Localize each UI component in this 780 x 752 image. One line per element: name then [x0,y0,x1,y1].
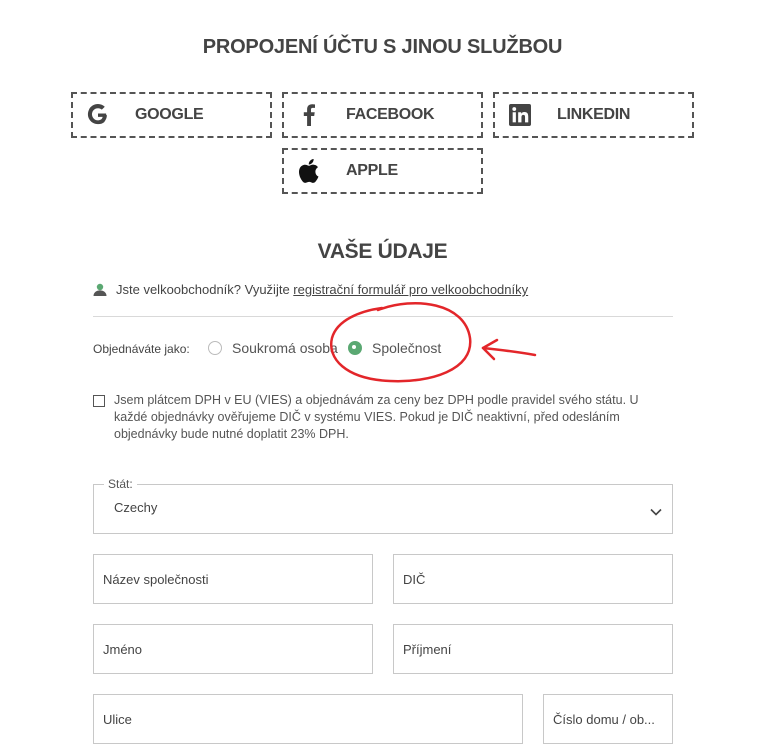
wholesale-text: Jste velkoobchodník? Využijte [116,282,290,297]
apple-label: APPLE [346,162,398,179]
social-section-title: PROPOJENÍ ÚČTU S JINOU SLUŽBOU [202,36,563,58]
user-icon [93,283,107,296]
street-placeholder: Ulice [103,712,132,727]
apple-icon [284,159,334,183]
first-name-input[interactable]: Jméno [93,624,373,674]
facebook-icon [284,104,334,126]
red-annotation [329,302,537,383]
last-name-placeholder: Příjmení [403,642,452,657]
radio-private-person[interactable]: Soukromá osoba [208,340,338,356]
company-name-placeholder: Název společnosti [103,572,209,587]
company-name-input[interactable]: Název společnosti [93,554,373,604]
vat-id-placeholder: DIČ [403,572,426,587]
country-value: Czechy [114,500,158,515]
apple-login-button[interactable]: APPLE [282,148,483,194]
country-legend: Stát: [104,477,137,491]
linkedin-label: LINKEDIN [557,106,631,123]
vat-checkbox-text: Jsem plátcem DPH v EU (VIES) a objednává… [114,393,639,441]
wholesale-notice: Jste velkoobchodník? Využijte registračn… [93,282,528,297]
facebook-login-button[interactable]: FACEBOOK [282,92,483,138]
facebook-label: FACEBOOK [346,106,435,123]
wholesale-registration-link[interactable]: registrační formulář pro velkoobchodníky [293,282,528,297]
country-select[interactable]: Stát: Czechy [93,477,673,534]
linkedin-login-button[interactable]: LINKEDIN [493,92,694,138]
linkedin-icon [495,104,545,126]
vat-checkbox[interactable] [93,395,105,407]
google-login-button[interactable]: GOOGLE [71,92,272,138]
google-icon [73,104,123,126]
house-number-input[interactable]: Číslo domu / ob... [543,694,673,744]
order-as-label: Objednáváte jako: [93,342,190,356]
last-name-input[interactable]: Příjmení [393,624,673,674]
vat-vies-option[interactable]: Jsem plátcem DPH v EU (VIES) a objednává… [93,392,673,443]
chevron-down-icon [650,503,662,521]
house-number-placeholder: Číslo domu / ob... [553,712,655,727]
google-label: GOOGLE [135,106,204,123]
details-title: VAŠE ÚDAJE [317,240,448,263]
vat-id-input[interactable]: DIČ [393,554,673,604]
street-input[interactable]: Ulice [93,694,523,744]
radio-private-indicator[interactable] [208,341,222,355]
first-name-placeholder: Jméno [103,642,143,657]
